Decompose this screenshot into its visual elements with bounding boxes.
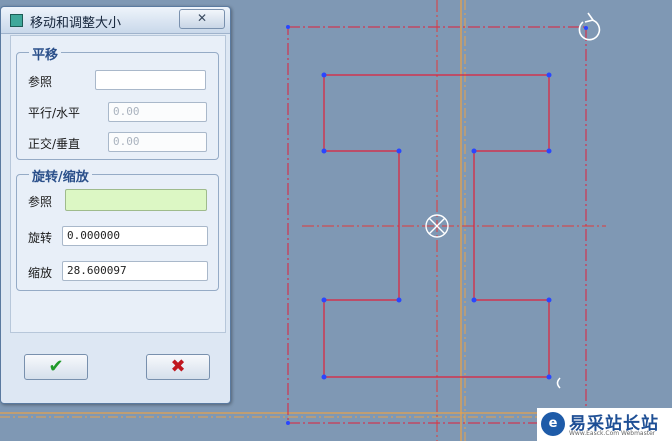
rotate-handle-icon[interactable] (578, 12, 601, 41)
vertex (396, 297, 402, 303)
translate-group-title: 平移 (29, 44, 62, 63)
move-resize-dialog[interactable]: 移动和调整大小 ✕ 平移 参照 平行/水平 0.00 正交/垂直 0.00 旋转… (0, 6, 231, 404)
dialog-titlebar[interactable]: 移动和调整大小 ✕ (1, 7, 230, 34)
vertex (321, 374, 327, 380)
horizontal-field[interactable]: 0.00 (108, 102, 207, 122)
vertex (286, 25, 290, 29)
scale-handle-icon[interactable] (556, 377, 561, 389)
translate-reference-field[interactable] (95, 70, 206, 90)
cancel-button[interactable]: ✖ (146, 354, 210, 380)
sketch-vertices[interactable] (286, 25, 552, 425)
vertex (286, 421, 290, 425)
vertex (546, 148, 552, 154)
vertex (321, 148, 327, 154)
vertex (546, 72, 552, 78)
vertex (546, 374, 552, 380)
vertex (546, 297, 552, 303)
vertex (321, 297, 327, 303)
scale-field[interactable]: 28.600097 (62, 261, 208, 281)
vertex (321, 72, 327, 78)
watermark-logo-icon: e (541, 412, 565, 436)
scale-label: 缩放 (28, 266, 53, 280)
ok-button[interactable]: ✔ (24, 354, 88, 380)
dialog-content-panel: 平移 参照 平行/水平 0.00 正交/垂直 0.00 旋转/缩放 参照 旋转 … (10, 35, 226, 333)
vertex (396, 148, 402, 154)
close-button[interactable]: ✕ (179, 9, 225, 29)
watermark-subtext: Www.Easck.Com Webmaster (569, 430, 656, 437)
vertex (471, 297, 477, 303)
dialog-app-icon (10, 14, 23, 27)
rotate-reference-field[interactable] (65, 189, 207, 211)
horizontal-label: 平行/水平 (28, 106, 81, 120)
vertical-field[interactable]: 0.00 (108, 132, 207, 152)
rotate-field[interactable]: 0.000000 (62, 226, 208, 246)
rotate-scale-group-title: 旋转/缩放 (29, 166, 92, 185)
vertical-label: 正交/垂直 (28, 137, 81, 151)
rotate-reference-label: 参照 (28, 195, 53, 209)
dialog-title: 移动和调整大小 (30, 16, 122, 31)
vertex (471, 148, 477, 154)
rotate-label: 旋转 (28, 231, 53, 245)
translate-reference-label: 参照 (28, 75, 53, 89)
watermark: e 易采站长站 Www.Easck.Com Webmaster (537, 408, 672, 441)
